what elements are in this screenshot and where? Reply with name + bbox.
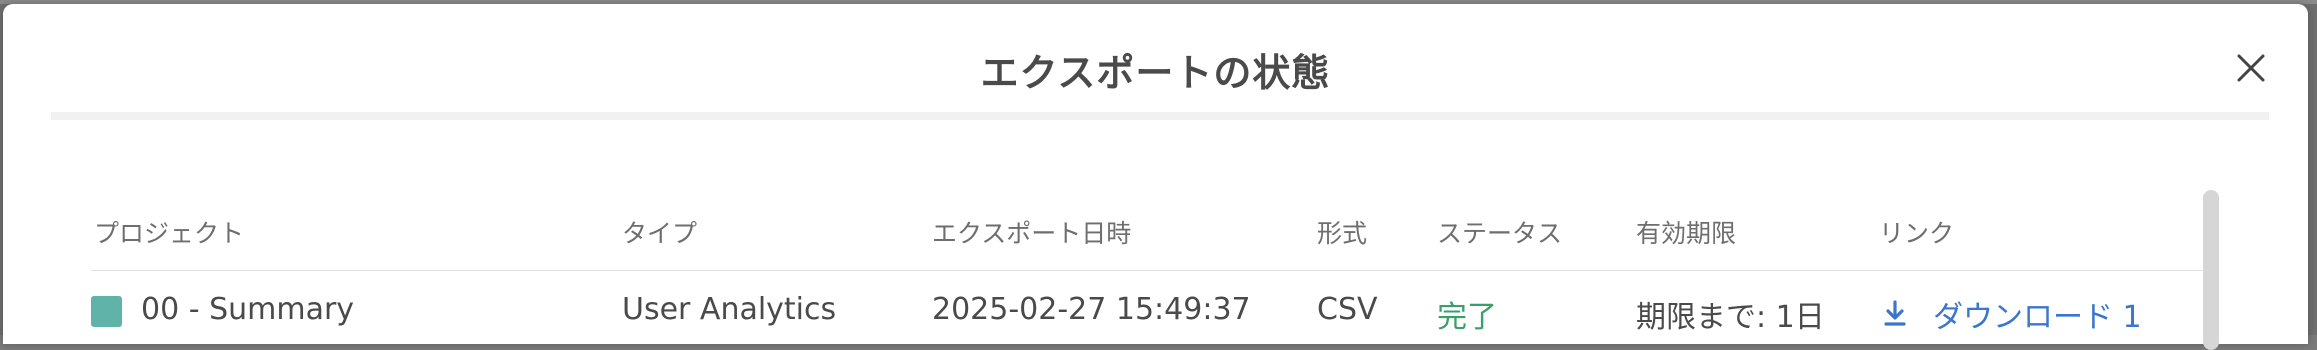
download-link[interactable]: ダウンロード 1 (1879, 292, 2142, 336)
table-scrollbar[interactable] (2203, 190, 2219, 350)
title-divider (51, 112, 2269, 120)
modal-title: エクスポートの状態 (980, 51, 1331, 95)
close-button[interactable] (2233, 50, 2269, 86)
cell-project: 00 - Summary (141, 292, 355, 327)
column-header-project: プロジェクト (94, 219, 245, 248)
cell-expiry: 期限まで: 1日 (1636, 300, 1825, 335)
column-header-type: タイプ (622, 219, 698, 248)
cell-type: User Analytics (622, 292, 837, 327)
column-header-status: ステータス (1437, 219, 1563, 248)
column-header-expiry: 有効期限 (1636, 219, 1737, 248)
project-color-swatch (91, 296, 122, 327)
cell-export-datetime: 2025-02-27 15:49:37 (932, 292, 1251, 327)
status-badge: 完了 (1437, 300, 1497, 335)
table-header-divider (91, 270, 2203, 271)
cell-format: CSV (1317, 292, 1378, 327)
column-header-export-datetime: エクスポート日時 (932, 219, 1132, 248)
column-header-format: 形式 (1317, 219, 1368, 248)
export-status-modal: エクスポートの状態 プロジェクト タイプ エクスポート日時 形式 ステータス 有… (3, 4, 2308, 350)
column-header-link: リンク (1879, 219, 1955, 248)
download-icon (1884, 300, 1906, 326)
close-icon (2237, 54, 2265, 82)
download-link-label: ダウンロード 1 (1933, 300, 2142, 335)
